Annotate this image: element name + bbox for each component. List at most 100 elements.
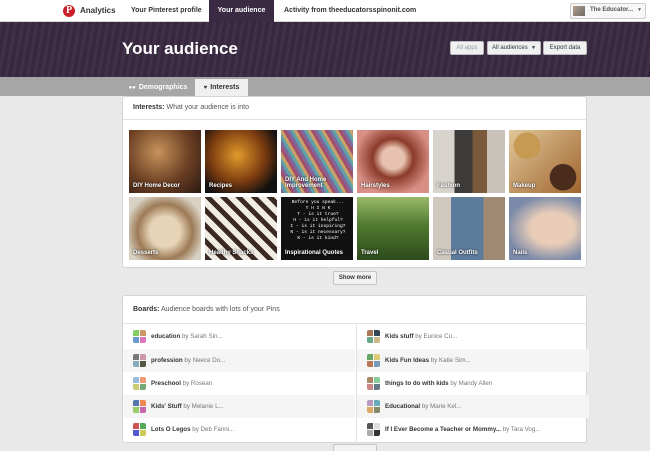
interest-tile-nails[interactable]: Nails	[509, 197, 581, 260]
interests-subheading: What your audience is into	[166, 104, 249, 111]
interest-label: Makeup	[513, 183, 536, 189]
board-thumbnail-icon	[133, 330, 146, 343]
tab-your-audience[interactable]: Your audience	[209, 0, 274, 22]
all-apps-button[interactable]: All apps	[450, 41, 484, 55]
board-name: things to do with kids	[385, 380, 449, 387]
board-thumbnail-icon	[133, 354, 146, 367]
audience-subtabs: ●● Demographics ♥ Interests	[0, 77, 650, 96]
board-row[interactable]: If I Ever Become a Teacher or Mommy... b…	[357, 418, 589, 441]
board-row[interactable]: Preschool by Rosean	[123, 372, 355, 395]
board-thumbnail-icon	[367, 400, 380, 413]
board-row[interactable]: profession by Neece Do...	[123, 349, 355, 372]
board-thumbnail-icon	[367, 377, 380, 390]
interest-label: Fashion	[437, 183, 461, 189]
hero-banner: Your audience All apps All audiences ▼ E…	[0, 22, 650, 77]
chevron-down-icon: ▼	[637, 7, 642, 13]
interest-tile-inspirational-quotes[interactable]: Before you speak... T H I N K T - is it …	[281, 197, 353, 260]
board-owner: by Rosean	[182, 380, 213, 387]
top-nav: P Analytics Your Pinterest profile Your …	[0, 0, 650, 22]
board-row[interactable]: Kids stuff by Eunice Cu...	[357, 325, 589, 348]
board-thumbnail-icon	[133, 423, 146, 436]
interest-tile-fashion[interactable]: Fashion	[433, 130, 505, 193]
tab-interests-label: Interests	[210, 84, 240, 91]
export-data-button[interactable]: Export data	[543, 41, 587, 55]
board-thumbnail-icon	[367, 354, 380, 367]
all-audiences-dropdown[interactable]: All audiences ▼	[487, 41, 541, 55]
quote-text: Before you speak... T H I N K T - is it …	[289, 200, 347, 242]
board-owner: by Neece Do...	[184, 357, 226, 364]
interest-tile-casual-outfits[interactable]: Casual Outfits	[433, 197, 505, 260]
board-owner: by Deb Fanni...	[192, 426, 235, 433]
interest-label: Inspirational Quotes	[285, 250, 344, 256]
pinterest-logo-icon[interactable]: P	[63, 5, 75, 17]
heart-icon: ♥	[203, 85, 208, 91]
interests-card: Interests: What your audience is into DI…	[122, 96, 587, 268]
page-title: Your audience	[122, 39, 238, 58]
tab-activity-from-site[interactable]: Activity from theeducatorsspinonit.com	[284, 0, 416, 22]
interest-tile-travel[interactable]: Travel	[357, 197, 429, 260]
board-row[interactable]: things to do with kids by Mandy Allen	[357, 372, 589, 395]
tab-demographics-label: Demographics	[138, 84, 188, 91]
board-name: If I Ever Become a Teacher or Mommy...	[385, 426, 501, 433]
people-icon: ●●	[128, 85, 136, 91]
interest-label: Desserts	[133, 250, 159, 256]
show-more-button[interactable]: Show more	[333, 271, 377, 285]
board-owner: by Katie Sim...	[430, 357, 471, 364]
tab-demographics[interactable]: ●● Demographics	[122, 79, 194, 96]
board-name: education	[151, 333, 181, 340]
board-name: Educational	[385, 403, 421, 410]
interest-tile-recipes[interactable]: Recipes	[205, 130, 277, 193]
interest-label: Casual Outfits	[437, 250, 478, 256]
interest-tile-diy-home-decor[interactable]: DIY Home Decor	[129, 130, 201, 193]
board-name: Kids' Stuff	[151, 403, 182, 410]
board-row[interactable]: Lots O Legos by Deb Fanni...	[123, 418, 355, 441]
board-owner: by Mandy Allen	[450, 380, 493, 387]
board-owner: by Tara Vog...	[502, 426, 541, 433]
interest-label: DIY Home Decor	[133, 183, 180, 189]
analytics-brand: Analytics	[80, 6, 116, 15]
board-thumbnail-icon	[367, 423, 380, 436]
boards-subheading: Audience boards with lots of your Pins	[161, 306, 280, 313]
interest-label: Hairstyles	[361, 183, 390, 189]
interest-label: Recipes	[209, 183, 233, 189]
all-audiences-label: All audiences	[492, 45, 528, 51]
board-name: Lots O Legos	[151, 426, 191, 433]
board-owner: by Marie Kel...	[421, 403, 462, 410]
interest-tile-healthy-snacks[interactable]: Healthy Snacks	[205, 197, 277, 260]
account-menu[interactable]: The Educator... ▼	[570, 3, 646, 19]
board-owner: by Melanie L...	[183, 403, 224, 410]
quote-line: K - is it kind?	[297, 236, 339, 241]
interest-label: Travel	[361, 250, 379, 256]
tab-pinterest-profile[interactable]: Your Pinterest profile	[131, 0, 202, 22]
chevron-down-icon: ▼	[531, 45, 536, 51]
account-name: The Educator...	[590, 7, 634, 13]
board-row[interactable]: Educational by Marie Kel...	[357, 395, 589, 418]
board-row[interactable]: Kids Fun Ideas by Katie Sim...	[357, 349, 589, 372]
interest-label: Healthy Snacks	[209, 250, 254, 256]
boards-card: Boards: Audience boards with lots of you…	[122, 295, 589, 444]
board-thumbnail-icon	[367, 330, 380, 343]
board-row[interactable]: Kids' Stuff by Melanie L...	[123, 395, 355, 418]
interest-tile-hairstyles[interactable]: Hairstyles	[357, 130, 429, 193]
tab-interests[interactable]: ♥ Interests	[195, 79, 248, 96]
board-name: Kids stuff	[385, 333, 414, 340]
board-thumbnail-icon	[133, 400, 146, 413]
boards-heading: Boards:	[133, 306, 160, 313]
board-name: profession	[151, 357, 183, 364]
interest-tile-diy-home-improvement[interactable]: DIY And Home Improvement	[281, 130, 353, 193]
interests-header: Interests: What your audience is into	[123, 97, 586, 120]
interests-heading: Interests:	[133, 104, 165, 111]
interest-label: Nails	[513, 250, 528, 256]
board-thumbnail-icon	[133, 377, 146, 390]
interest-tile-makeup[interactable]: Makeup	[509, 130, 581, 193]
interest-label: DIY And Home Improvement	[285, 177, 327, 189]
show-more-boards-button[interactable]	[333, 444, 377, 451]
board-owner: by Eunice Cu...	[415, 333, 458, 340]
board-name: Preschool	[151, 380, 181, 387]
boards-header: Boards: Audience boards with lots of you…	[123, 296, 586, 324]
interest-tile-desserts[interactable]: Desserts	[129, 197, 201, 260]
avatar	[573, 6, 585, 16]
board-name: Kids Fun Ideas	[385, 357, 430, 364]
board-row[interactable]: education by Sarah Sin...	[123, 325, 355, 348]
board-owner: by Sarah Sin...	[181, 333, 223, 340]
